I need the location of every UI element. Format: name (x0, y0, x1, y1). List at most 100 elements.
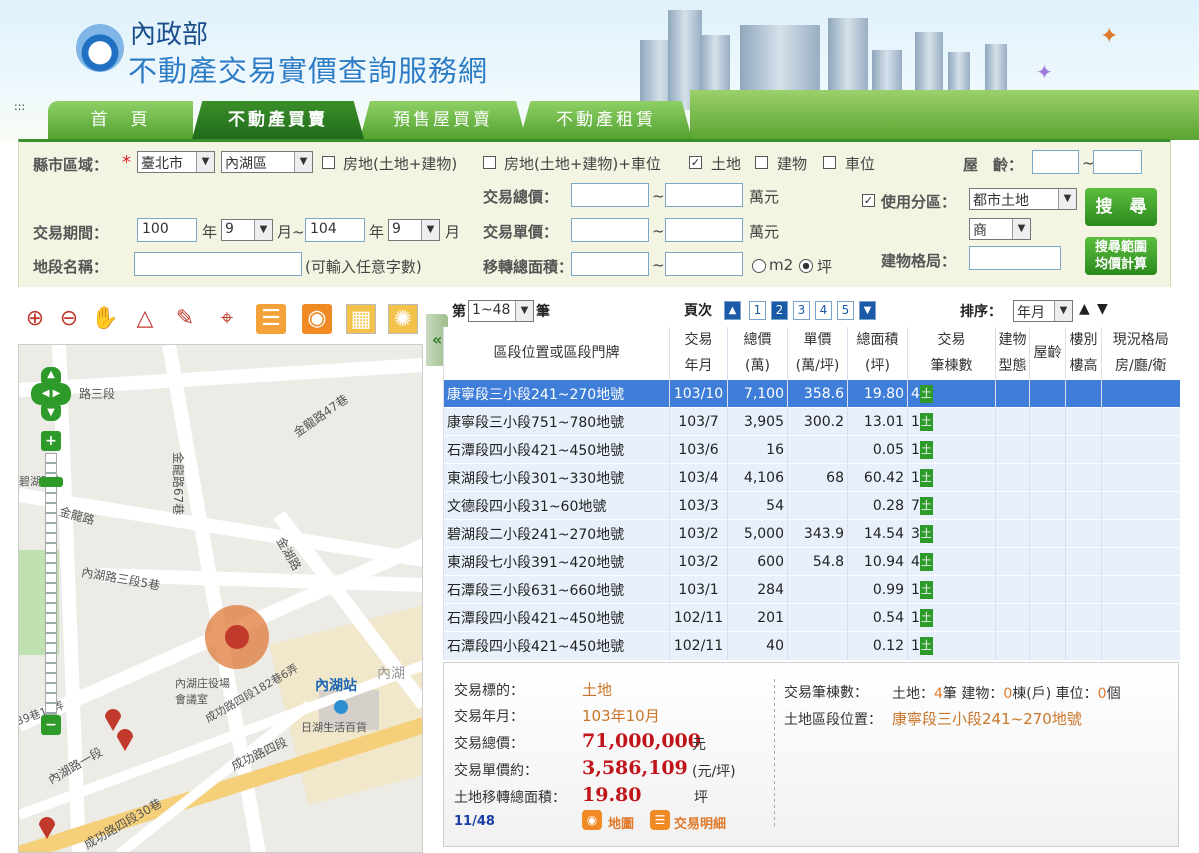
header-text: 型態 (998, 358, 1027, 374)
zoom-slider[interactable] (45, 453, 57, 715)
map-link[interactable]: 地圖 (608, 813, 634, 832)
city-select[interactable]: 臺北市 ▼ (137, 151, 215, 173)
search-button[interactable]: 搜 尋 (1085, 188, 1157, 226)
tab-rental[interactable]: 不動產租賃 (520, 101, 692, 139)
total-unit: 元 (692, 737, 706, 753)
table-row[interactable]: 東湖段七小段391~420地號 103/2 600 54.8 10.94 4土 (443, 547, 1180, 576)
month-to-select[interactable]: 9 ▼ (388, 219, 440, 241)
zoning-checkbox[interactable]: ✓ (862, 194, 875, 207)
detail-link[interactable]: 交易明細 (674, 813, 726, 832)
cell-total-price: 7,100 (727, 379, 788, 408)
pan-down-icon[interactable]: ▼ (41, 405, 61, 421)
total-price-max-input[interactable] (665, 183, 743, 207)
zoom-out-icon[interactable]: ⊖ (54, 304, 84, 334)
building-checkbox[interactable] (755, 156, 768, 169)
m2-radio[interactable] (752, 259, 766, 273)
map-view[interactable]: 路三段 金龍路47巷 金龍路 金龍路67巷 內湖路三段5巷 內湖路一段 成功路四… (18, 344, 423, 853)
zoom-out-button[interactable]: − (41, 715, 61, 735)
cell-unit-price: 300.2 (787, 407, 848, 436)
page-1-button[interactable]: 1 (749, 301, 766, 320)
table-row[interactable]: 文德段四小段31~60地號 103/3 54 0.28 7土 (443, 491, 1180, 520)
total-price-min-input[interactable] (571, 183, 649, 207)
table-row[interactable]: 康寧段三小段751~780地號 103/7 3,905 300.2 13.01 1土 (443, 407, 1180, 436)
section-name-input[interactable] (134, 252, 302, 276)
pan-left-right-icon[interactable]: ◀ ▶ (31, 383, 71, 405)
sort-descending-icon[interactable]: ▼ (1097, 301, 1108, 317)
locate-icon[interactable]: ⌖ (212, 304, 242, 334)
page-3-button[interactable]: 3 (793, 301, 810, 320)
land-checkbox[interactable]: ✓ (689, 156, 702, 169)
layout-input[interactable] (969, 246, 1061, 270)
cell-type (995, 519, 1030, 548)
cell-total-price: 201 (727, 603, 788, 632)
zoning-sub-select[interactable]: 商 ▼ (969, 218, 1031, 240)
year-from-input[interactable]: 100 (137, 218, 197, 242)
sort-select[interactable]: 年月 ▼ (1013, 300, 1073, 322)
age-max-input[interactable] (1093, 150, 1142, 174)
cell-count-text: 1 (911, 581, 920, 598)
prev-page-button[interactable]: ▲ (724, 301, 741, 320)
skip-nav-link[interactable]: ::: (14, 100, 25, 113)
measure-distance-icon[interactable]: ✎ (170, 304, 200, 334)
year-to-input[interactable]: 104 (305, 218, 365, 242)
cell-age (1029, 603, 1066, 632)
area-unit: 坪 (694, 790, 708, 806)
tab-real-estate-trade[interactable]: 不動產買賣 (192, 101, 364, 139)
street-label: 路三段 (79, 387, 116, 401)
range-select[interactable]: 1~48 ▼ (468, 300, 534, 322)
land-building-checkbox[interactable] (322, 156, 335, 169)
table-row[interactable]: 石潭段四小段421~450地號 103/6 16 0.05 1土 (443, 435, 1180, 464)
map-pin-icon[interactable]: ◉ (582, 810, 602, 830)
age-min-input[interactable] (1032, 150, 1079, 174)
measure-area-icon[interactable]: △ (130, 304, 160, 334)
list-detail-icon[interactable]: ☰ (650, 810, 670, 830)
area-max-input[interactable] (665, 252, 743, 276)
unit-price-min-input[interactable] (571, 218, 649, 242)
table-row[interactable]: 石潭段四小段421~450地號 102/11 201 0.54 1土 (443, 603, 1180, 632)
pan-control[interactable]: ▲ ◀ ▶ ▼ (31, 367, 71, 423)
pan-hand-icon[interactable]: ✋ (90, 304, 120, 334)
sort-ascending-icon[interactable]: ▲ (1079, 301, 1090, 317)
cell-age (1029, 379, 1066, 408)
next-page-button[interactable]: ▼ (859, 301, 876, 320)
area-min-input[interactable] (571, 252, 649, 276)
table-row[interactable]: 石潭段三小段631~660地號 103/1 284 0.99 1土 (443, 575, 1180, 604)
sun-icon[interactable]: ✺ (388, 304, 418, 334)
land-building-parking-checkbox[interactable] (483, 156, 496, 169)
table-row[interactable]: 康寧段三小段241~270地號 103/10 7,100 358.6 19.80 4土 (443, 379, 1180, 408)
date-value: 103年10月 (582, 707, 660, 725)
table-row[interactable]: 東湖段七小段301~330地號 103/4 4,106 68 60.42 1土 (443, 463, 1180, 492)
zoom-slider-handle[interactable] (39, 477, 63, 487)
table-row[interactable]: 碧湖段二小段241~270地號 103/2 5,000 343.9 14.54 3土 (443, 519, 1180, 548)
tab-presale[interactable]: 預售屋買賣 (360, 101, 526, 139)
cell-type (995, 631, 1030, 660)
cell-area-text: 19.80 (863, 385, 904, 402)
layer-icon[interactable]: ◉ (302, 304, 332, 334)
list-icon[interactable]: ☰ (256, 304, 286, 334)
chevron-down-icon: ▼ (196, 152, 214, 172)
district-select[interactable]: 內湖區 ▼ (221, 151, 313, 173)
page-2-button[interactable]: 2 (771, 301, 788, 320)
month-from-select[interactable]: 9 ▼ (221, 219, 273, 241)
grid-icon[interactable]: ▦ (346, 304, 376, 334)
cell-count-text: 4 (911, 385, 920, 402)
ping-radio[interactable] (799, 259, 813, 273)
unit-price-max-input[interactable] (665, 218, 743, 242)
cell-area: 19.80 (847, 379, 908, 408)
cell-area: 13.01 (847, 407, 908, 436)
zoning-select[interactable]: 都市土地 ▼ (969, 188, 1077, 210)
land-tag-icon: 土 (919, 468, 933, 487)
cell-date: 103/1 (669, 575, 728, 604)
zoom-in-button[interactable]: + (41, 431, 61, 451)
cell-unit-price-text: 343.9 (803, 525, 844, 542)
zoom-in-icon[interactable]: ⊕ (20, 304, 50, 334)
page-4-button[interactable]: 4 (815, 301, 832, 320)
header-text: (坪) (865, 358, 890, 374)
page-5-button[interactable]: 5 (837, 301, 854, 320)
parking-checkbox[interactable] (823, 156, 836, 169)
tab-home[interactable]: 首 頁 (48, 101, 193, 139)
average-calc-button[interactable]: 搜尋範圍 均價計算 (1085, 237, 1157, 275)
table-row[interactable]: 石潭段四小段421~450地號 102/11 40 0.12 1土 (443, 631, 1180, 660)
pan-up-icon[interactable]: ▲ (41, 367, 61, 383)
cell-area: 0.99 (847, 575, 908, 604)
